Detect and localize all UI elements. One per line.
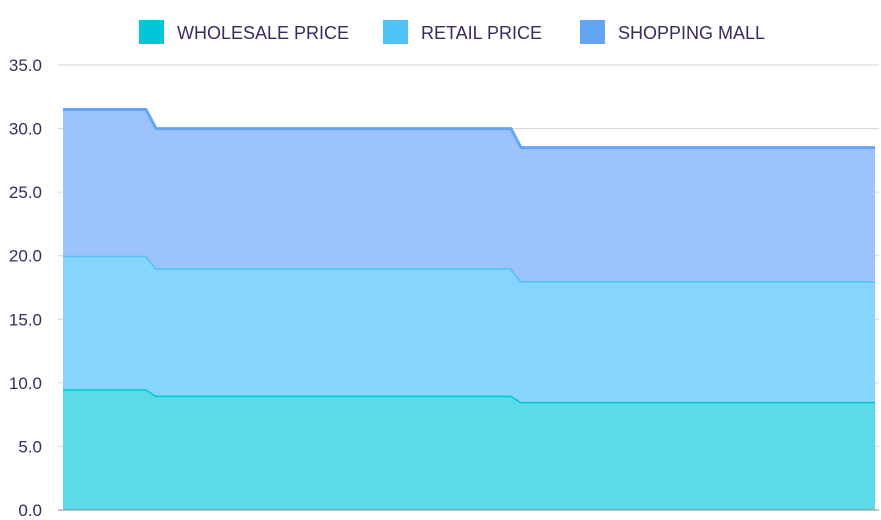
- y-tick-label: 15.0: [9, 310, 42, 329]
- legend-swatch: [383, 20, 408, 44]
- legend-label: RETAIL PRICE: [421, 23, 542, 43]
- y-tick-label: 35.0: [9, 56, 42, 75]
- chart-legend: WHOLESALE PRICE RETAIL PRICE SHOPPING MALL: [139, 20, 765, 44]
- y-tick-label: 5.0: [18, 437, 42, 456]
- area-shopping-mall: [63, 109, 875, 282]
- area-series: [63, 108, 875, 510]
- y-tick-label: 20.0: [9, 247, 42, 266]
- area-wholesale-price: [63, 389, 875, 510]
- legend-label: SHOPPING MALL: [618, 23, 765, 43]
- y-tick-label: 25.0: [9, 183, 42, 202]
- y-tick-label: 10.0: [9, 374, 42, 393]
- y-tick-label: 0.0: [18, 501, 42, 520]
- legend-swatch: [139, 20, 164, 44]
- legend-swatch: [580, 20, 605, 44]
- y-tick-label: 30.0: [9, 120, 42, 139]
- legend-label: WHOLESALE PRICE: [177, 23, 349, 43]
- stacked-area-chart: WHOLESALE PRICE RETAIL PRICE SHOPPING MALL…: [9, 20, 879, 520]
